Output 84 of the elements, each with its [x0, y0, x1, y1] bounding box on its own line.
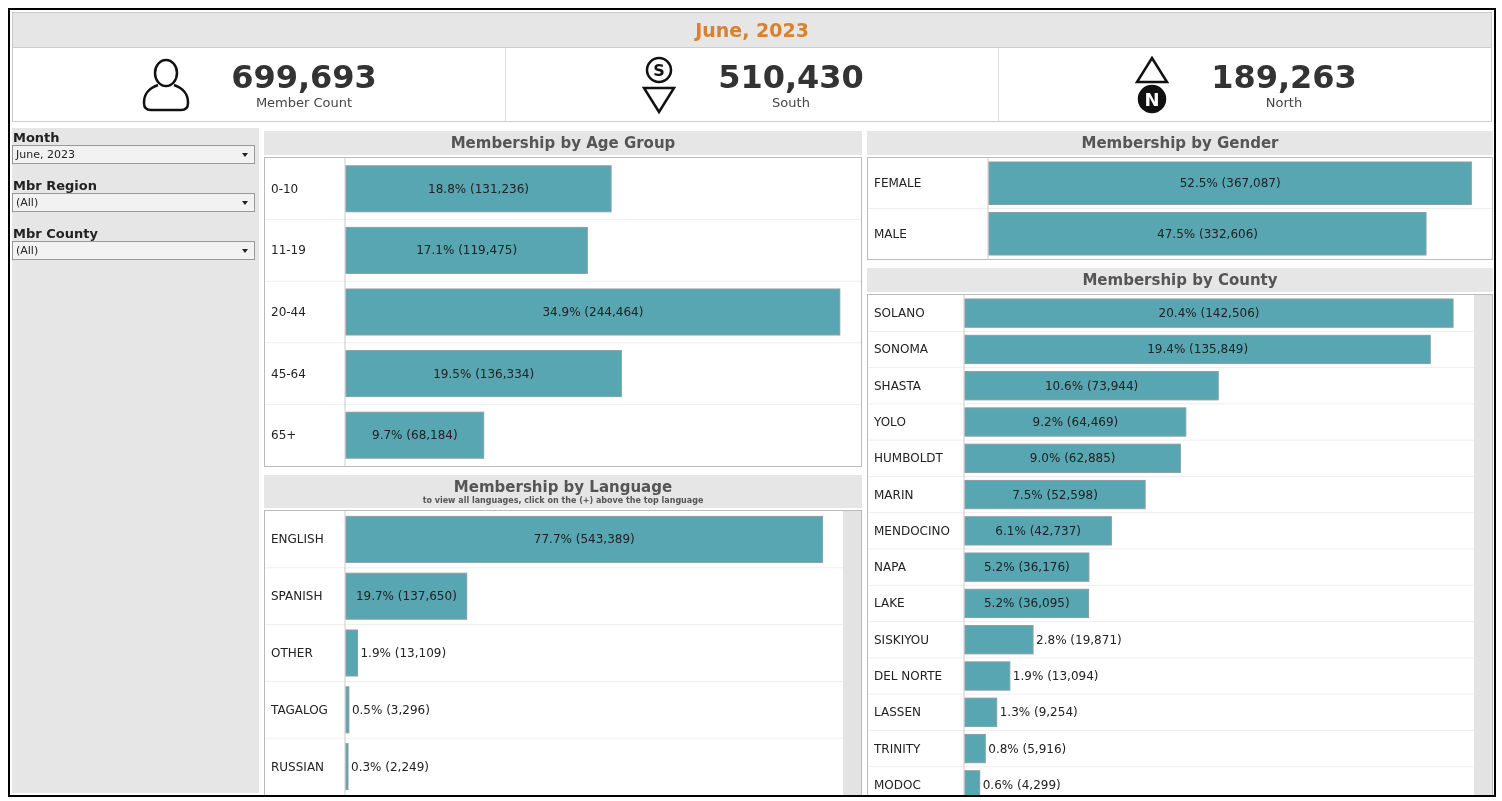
value-label: 9.7% (68,184)	[372, 428, 458, 443]
category-label: YOLO	[874, 415, 906, 429]
category-label: DEL NORTE	[874, 669, 943, 683]
category-label: SONOMA	[874, 342, 929, 357]
panel-title: Membership by Language	[453, 478, 673, 496]
value-label: 10.6% (73,944)	[1045, 378, 1139, 393]
value-label: 0.6% (4,299)	[982, 777, 1061, 792]
value-label: 34.9% (244,464)	[542, 305, 644, 319]
category-label: SHASTA	[874, 378, 922, 393]
panel-title: Membership by County	[1082, 271, 1278, 289]
category-label: TRINITY	[874, 741, 921, 756]
category-label: LASSEN	[874, 705, 921, 720]
category-label: OTHER	[271, 646, 313, 660]
value-label: 47.5% (332,606)	[1157, 226, 1258, 241]
category-label: NAPA	[874, 560, 906, 575]
category-label: MODOC	[874, 777, 921, 792]
value-label: 52.5% (367,087)	[1179, 176, 1281, 191]
category-label: 11-19	[271, 243, 306, 258]
value-label: 9.2% (64,469)	[1032, 415, 1119, 429]
kpi-label: North	[1265, 95, 1303, 110]
bar	[345, 743, 349, 791]
value-label: 18.8% (131,236)	[428, 181, 529, 196]
category-label: 45-64	[271, 366, 306, 381]
caret-icon	[242, 248, 248, 253]
filter-dropdown[interactable]: (All)	[12, 193, 255, 212]
category-label: LAKE	[874, 596, 905, 611]
category-label: SISKIYOU	[874, 632, 930, 647]
value-label: 19.5% (136,334)	[433, 366, 535, 381]
filter-dropdown[interactable]: (All)	[12, 241, 255, 260]
value-label: 1.9% (13,109)	[360, 646, 447, 660]
kpi-value: 510,430	[718, 59, 864, 95]
category-label: MALE	[874, 226, 907, 241]
person-icon	[141, 56, 192, 113]
value-label: 19.4% (135,849)	[1147, 342, 1249, 357]
category-label: FEMALE	[874, 176, 922, 191]
bar	[964, 733, 986, 764]
filter-label: Mbr Region	[12, 178, 98, 193]
panel-subtitle: to view all languages, click on the (+) above the top language	[422, 496, 704, 505]
caret-icon	[242, 200, 248, 205]
value-label: 5.2% (36,176)	[984, 560, 1070, 575]
scrollbar[interactable]	[1474, 295, 1492, 795]
value-label: 77.7% (543,389)	[533, 532, 635, 547]
category-label: HUMBOLDT	[874, 451, 943, 466]
bar	[964, 625, 1034, 655]
value-label: 1.3% (9,254)	[999, 705, 1078, 720]
filter-label: Month	[12, 130, 61, 145]
category-label: 65+	[271, 428, 297, 443]
filter-label: Mbr County	[12, 226, 99, 241]
category-label: MARIN	[874, 487, 914, 502]
kpi-value: 189,263	[1211, 59, 1357, 95]
caret-icon	[242, 152, 248, 157]
bar	[345, 686, 350, 734]
panel-title: Membership by Age Group	[450, 134, 676, 152]
value-label: 20.4% (142,506)	[1158, 306, 1260, 321]
value-label: 17.1% (119,475)	[416, 243, 518, 258]
category-label: SPANISH	[271, 589, 323, 604]
bar	[345, 629, 358, 677]
category-label: 20-44	[271, 305, 306, 319]
kpi-label: South	[772, 95, 810, 110]
value-label: 19.7% (137,650)	[355, 589, 457, 604]
value-label: 6.1% (42,737)	[995, 523, 1081, 538]
kpi-value: 699,693	[231, 59, 377, 95]
bar	[964, 697, 998, 727]
value-label: 0.8% (5,916)	[988, 741, 1067, 756]
filter-dropdown[interactable]: June, 2023	[12, 145, 255, 164]
value-label: 9.0% (62,885)	[1029, 451, 1116, 466]
value-label: 5.2% (36,095)	[984, 596, 1070, 611]
scrollbar[interactable]	[843, 511, 861, 795]
value-label: 7.5% (52,598)	[1012, 487, 1098, 502]
category-label: RUSSIAN	[271, 759, 325, 774]
category-label: 0-10	[271, 181, 299, 196]
category-label: MENDOCINO	[874, 523, 950, 538]
value-label: 1.9% (13,094)	[1012, 669, 1099, 683]
bar	[964, 661, 1011, 691]
value-label: 0.5% (3,296)	[351, 702, 430, 717]
category-label: TAGALOG	[271, 702, 328, 717]
kpi-label: Member Count	[255, 95, 353, 110]
value-label: 2.8% (19,871)	[1036, 632, 1122, 647]
dashboard-title: June, 2023	[12, 12, 1492, 48]
bar	[964, 770, 981, 795]
category-label: ENGLISH	[271, 532, 324, 547]
value-label: 0.3% (2,249)	[351, 759, 430, 774]
panel-title: Membership by Gender	[1081, 134, 1279, 152]
category-label: SOLANO	[874, 306, 925, 321]
